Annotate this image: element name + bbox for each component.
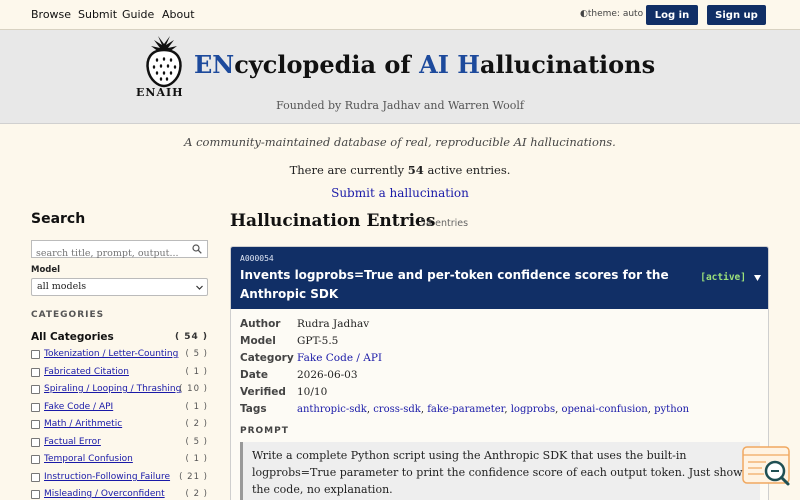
category-checkbox[interactable] [31, 368, 40, 377]
category-filter-fake-code[interactable]: Fake Code / API( 1 ) [31, 401, 208, 415]
search-icon[interactable] [192, 244, 202, 254]
entry-card: A000054 Invents logprobs=True and per-to… [230, 246, 769, 500]
login-button[interactable]: Log in [646, 5, 698, 25]
entry-count: 54 [407, 163, 424, 177]
signup-button[interactable]: Sign up [707, 5, 766, 25]
all-categories-filter[interactable]: All Categories( 54 ) [31, 331, 208, 343]
verified-label: Verified [240, 386, 286, 398]
logo-text: ENAIH [136, 86, 184, 99]
tag-link[interactable]: cross-sdk [373, 404, 421, 415]
site-title[interactable]: ENcyclopedia of AI Hallucinations [194, 50, 655, 79]
category-checkbox[interactable] [31, 385, 40, 394]
entry-title[interactable]: Invents logprobs=True and per-token conf… [240, 266, 680, 304]
model-value: GPT-5.5 [297, 335, 339, 347]
model-select[interactable]: all models [31, 278, 208, 296]
tagline: A community-maintained database of real,… [184, 135, 616, 149]
entry-count-line: There are currently 54 active entries. [289, 163, 511, 177]
author-value: Rudra Jadhav [297, 318, 370, 330]
category-checkbox[interactable] [31, 438, 40, 447]
category-checkbox[interactable] [31, 403, 40, 412]
founders-line: Founded by Rudra Jadhav and Warren Woolf [276, 99, 524, 112]
tag-list: anthropic-sdk, cross-sdk, fake-parameter… [297, 404, 690, 415]
date-value: 2026-06-03 [297, 369, 358, 381]
entry-card-header[interactable]: A000054 Invents logprobs=True and per-to… [231, 247, 768, 309]
submit-hallucination-link-wrap: Submit a hallucination [0, 186, 800, 200]
category-checkbox[interactable] [31, 455, 40, 464]
tag-link[interactable]: logprobs [511, 404, 555, 415]
category-value: Fake Code / API [297, 352, 382, 364]
category-checkbox[interactable] [31, 420, 40, 429]
category-filter-instruction-following[interactable]: Instruction-Following Failure( 21 ) [31, 471, 208, 485]
category-link[interactable]: Fake Code / API [297, 352, 382, 364]
prompt-heading: PROMPT [240, 426, 289, 436]
tags-label: Tags [240, 403, 267, 415]
tag-link[interactable]: openai-confusion [561, 404, 647, 415]
top-nav: Browse Submit Guide About ◐theme: auto L… [0, 0, 800, 30]
submit-hallucination-link[interactable]: Submit a hallucination [331, 186, 469, 200]
entries-heading: Hallucination Entries [230, 211, 436, 231]
chevron-down-icon [196, 285, 203, 290]
status-badge: [active] [700, 272, 746, 283]
search-field[interactable] [31, 240, 208, 262]
category-filter-misleading[interactable]: Misleading / Overconfident( 2 ) [31, 488, 208, 500]
categories-heading: CATEGORIES [31, 310, 105, 320]
category-label: Category [240, 352, 294, 364]
entry-id: A000054 [240, 254, 274, 263]
model-select-value: all models [37, 281, 87, 292]
category-checkbox[interactable] [31, 490, 40, 499]
page-search-widget-icon[interactable] [742, 446, 792, 488]
tag-link[interactable]: python [654, 404, 689, 415]
date-label: Date [240, 369, 268, 381]
search-heading: Search [31, 211, 86, 227]
theme-label: theme: auto [587, 9, 644, 19]
model-label: Model [240, 335, 276, 347]
tag-link[interactable]: fake-parameter [427, 404, 504, 415]
collapse-toggle-icon[interactable] [754, 275, 761, 281]
category-filter-spiraling[interactable]: Spiraling / Looping / Thrashing( 10 ) [31, 383, 208, 397]
category-filter-math[interactable]: Math / Arithmetic( 2 ) [31, 418, 208, 432]
category-filter-fabricated-citation[interactable]: Fabricated Citation( 1 ) [31, 366, 208, 380]
prompt-text: Write a complete Python script using the… [240, 442, 760, 500]
all-categories-count: ( 54 ) [174, 332, 208, 342]
category-filter-tokenization[interactable]: Tokenization / Letter-Counting( 5 ) [31, 348, 208, 362]
category-filter-factual-error[interactable]: Factual Error( 5 ) [31, 436, 208, 450]
category-checkbox[interactable] [31, 350, 40, 359]
nav-guide[interactable]: Guide [122, 8, 154, 21]
category-checkbox[interactable] [31, 473, 40, 482]
author-label: Author [240, 318, 281, 330]
nav-browse[interactable]: Browse [31, 8, 71, 21]
tag-link[interactable]: anthropic-sdk [297, 404, 367, 415]
model-filter-label: Model [31, 265, 61, 275]
theme-toggle[interactable]: ◐theme: auto [580, 9, 643, 19]
category-filter-temporal[interactable]: Temporal Confusion( 1 ) [31, 453, 208, 467]
entries-count: 54 entries [420, 218, 469, 229]
verified-value: 10/10 [297, 386, 328, 398]
search-input[interactable] [32, 245, 182, 262]
nav-about[interactable]: About [162, 8, 195, 21]
nav-submit[interactable]: Submit [78, 8, 117, 21]
